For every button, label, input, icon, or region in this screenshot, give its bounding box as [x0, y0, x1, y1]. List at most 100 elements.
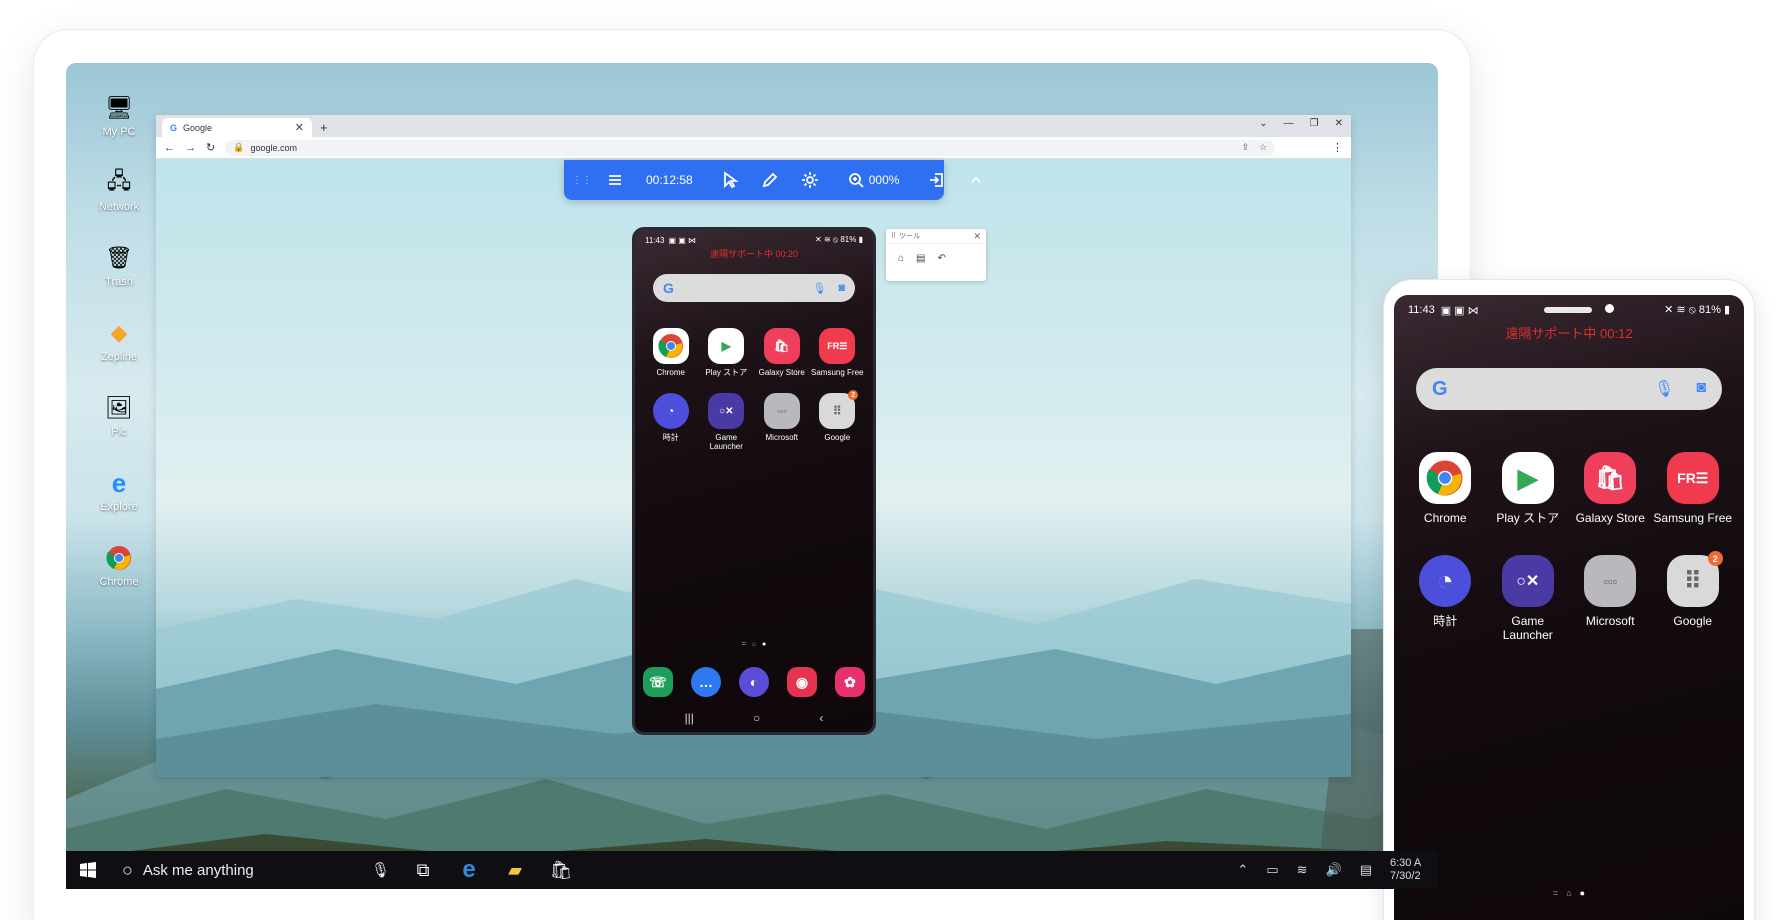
drag-handle-icon[interactable]: ⋮⋮ — [572, 175, 592, 186]
forward-arrow-icon[interactable]: → — [185, 142, 196, 154]
gallery-icon[interactable]: ✿ — [835, 667, 865, 697]
app-game-launcher[interactable]: ○✕ Game Launcher — [1487, 555, 1570, 642]
url-field[interactable]: 🔒 google.com ⇪ ☆ — [225, 139, 1276, 156]
app-chrome[interactable]: Chrome — [643, 328, 699, 377]
app-play-store[interactable]: ▶ Play ストア — [1487, 452, 1570, 525]
internet-explorer-icon: e — [111, 467, 127, 498]
chevron-down-icon[interactable]: ⌄ — [1259, 118, 1267, 129]
desktop-icon-zepline[interactable]: ◆ Zepline — [86, 318, 152, 393]
desktop-icon-explore[interactable]: e Explore — [86, 468, 152, 543]
recents-icon[interactable]: ||| — [685, 711, 694, 725]
lens-camera-icon[interactable]: ◙ — [838, 282, 845, 295]
phone-icon[interactable]: ☏ — [643, 667, 673, 697]
lens-camera-icon[interactable]: ◙ — [1696, 379, 1706, 399]
tool-window-header: ⠿ ツール ✕ — [886, 229, 986, 244]
app-galaxy-store[interactable]: 🛍 Galaxy Store — [1569, 452, 1652, 525]
restore-icon[interactable]: ❐ — [1310, 118, 1319, 129]
laser-tool-button[interactable] — [793, 166, 827, 194]
app-folder-google[interactable]: ⠿ 2 Google — [1652, 551, 1735, 642]
action-center-icon[interactable]: ▤ — [1360, 862, 1372, 878]
pen-icon — [762, 172, 777, 188]
cortana-search-box[interactable]: ○ Ask me anything 🎙 — [110, 860, 400, 881]
close-tab-icon[interactable]: ✕ — [295, 121, 304, 134]
mirrored-phone-screen[interactable]: 11:43 ▣ ▣ ⋈ ✕ ≋ ⦸ 81% ▮ 遠隔サポート中 00:20 G … — [632, 227, 876, 735]
chrome-icon — [652, 328, 689, 364]
microphone-icon[interactable]: 🎙 — [812, 282, 826, 295]
messages-icon[interactable]: … — [691, 667, 721, 697]
camera-icon[interactable]: ◉ — [787, 667, 817, 697]
volume-icon[interactable]: 🔊 — [1326, 862, 1342, 878]
desktop-icon-chrome[interactable]: Chrome — [86, 543, 152, 618]
pointer-tool-button[interactable] — [713, 166, 747, 194]
chevron-up-icon[interactable]: ⌃ — [1237, 862, 1248, 878]
page: 🖥 My PC 🖧 Network 🗑 Trash ◆ Zepline 🖼 Pi… — [0, 0, 1778, 920]
pen-tool-button[interactable] — [753, 166, 787, 194]
zoom-button[interactable]: 000% — [839, 166, 908, 194]
remote-support-status: 遠隔サポート中 00:12 — [1505, 326, 1633, 341]
file-explorer-icon[interactable]: ▰ — [492, 860, 538, 881]
battery-icon[interactable]: ▭ — [1266, 862, 1278, 878]
store-icon[interactable]: 🛍 — [538, 860, 584, 881]
app-game-launcher[interactable]: ○✕ Game Launcher — [699, 393, 755, 451]
wifi-icon[interactable]: ≋ — [1297, 862, 1308, 878]
desktop-icon-label: Pic — [111, 426, 127, 438]
taskbar-clock[interactable]: 6:30 A 7/30/2 — [1390, 857, 1430, 883]
app-label: Play ストア — [1496, 511, 1560, 525]
app-play-store[interactable]: ▶ Play ストア — [699, 328, 755, 377]
desktop-icon-my-pc[interactable]: 🖥 My PC — [86, 93, 152, 168]
desktop-icon-pic[interactable]: 🖼 Pic — [86, 393, 152, 468]
app-clock[interactable]: ◔ 時計 — [1404, 555, 1487, 642]
home-icon[interactable]: ○ — [753, 711, 760, 725]
desktop-icon-trash[interactable]: 🗑 Trash — [86, 243, 152, 318]
desktop-icons: 🖥 My PC 🖧 Network 🗑 Trash ◆ Zepline 🖼 Pi… — [86, 93, 152, 618]
page-dot: = — [1552, 888, 1559, 898]
close-icon[interactable]: ✕ — [973, 231, 981, 242]
close-window-icon[interactable]: ✕ — [1335, 118, 1343, 129]
drag-handle-icon[interactable]: ⠿ — [891, 232, 896, 240]
new-tab-button[interactable]: + — [320, 118, 328, 137]
back-icon[interactable]: ‹ — [819, 711, 823, 725]
app-galaxy-store[interactable]: 🛍 Galaxy Store — [754, 328, 810, 377]
share-icon[interactable]: ⇪ — [1242, 142, 1250, 153]
speaker-notch — [1544, 307, 1592, 313]
app-samsung-free[interactable]: FR☰ Samsung Free — [1652, 452, 1735, 525]
desktop-icon-network[interactable]: 🖧 Network — [86, 168, 152, 243]
recent-apps-icon[interactable]: ▤ — [916, 253, 925, 264]
app-folder-google[interactable]: ⠿ 2 Google — [810, 390, 866, 451]
system-tray: ⌃ ▭ ≋ 🔊 ▤ 6:30 A 7/30/2 — [1237, 857, 1438, 883]
edge-icon[interactable]: e — [446, 856, 492, 884]
app-clock[interactable]: ◔ 時計 — [643, 393, 699, 451]
notification-icons: ▣ ▣ ⋈ — [668, 235, 696, 245]
minimize-icon[interactable]: — — [1284, 118, 1294, 129]
search-bar-actions: 🎙 ◙ — [812, 282, 845, 295]
start-button[interactable] — [66, 862, 110, 878]
reload-icon[interactable]: ↻ — [206, 141, 215, 154]
task-view-icon[interactable]: ⧉ — [400, 860, 446, 881]
microphone-icon[interactable]: 🎙 — [371, 861, 390, 879]
app-folder-microsoft[interactable]: ▫▫▫ Microsoft — [754, 393, 810, 451]
page-indicator: = ⌂ ● — [1394, 888, 1744, 898]
app-samsung-free[interactable]: FR☰ Samsung Free — [810, 328, 866, 377]
zoom-level: 000% — [868, 173, 900, 187]
phone-screen[interactable]: 11:43 ▣ ▣ ⋈ ✕ ≋ ⦸ 81% ▮ 遠隔サポート中 00:12 G … — [1394, 295, 1744, 920]
clock-icon: ◔ — [652, 393, 689, 429]
collapse-toolbar-button[interactable] — [959, 166, 993, 194]
browser-tab[interactable]: G Google ✕ — [162, 118, 312, 137]
app-chrome[interactable]: Chrome — [1404, 452, 1487, 525]
app-label: 時計 — [662, 433, 679, 442]
internet-icon[interactable]: ◐ — [739, 667, 769, 697]
back-arrow-icon[interactable]: ← — [164, 142, 175, 154]
exit-session-button[interactable] — [919, 166, 953, 194]
menu-kebab-icon[interactable]: ⋮ — [1332, 141, 1343, 154]
app-label: Chrome — [1423, 511, 1467, 525]
star-icon[interactable]: ☆ — [1259, 142, 1267, 153]
search-bar-actions: 🎙 ◙ — [1654, 379, 1706, 399]
microphone-icon[interactable]: 🎙 — [1654, 379, 1674, 399]
back-icon[interactable]: ↶ — [938, 253, 946, 264]
samsung-free-icon: FR☰ — [1666, 452, 1719, 504]
google-search-bar[interactable]: G 🎙 ◙ — [1416, 368, 1722, 410]
app-folder-microsoft[interactable]: ▫▫▫ Microsoft — [1569, 555, 1652, 642]
hamburger-menu-button[interactable] — [598, 166, 632, 194]
home-icon[interactable]: ⌂ — [898, 253, 904, 264]
google-search-bar[interactable]: G 🎙 ◙ — [653, 274, 855, 302]
